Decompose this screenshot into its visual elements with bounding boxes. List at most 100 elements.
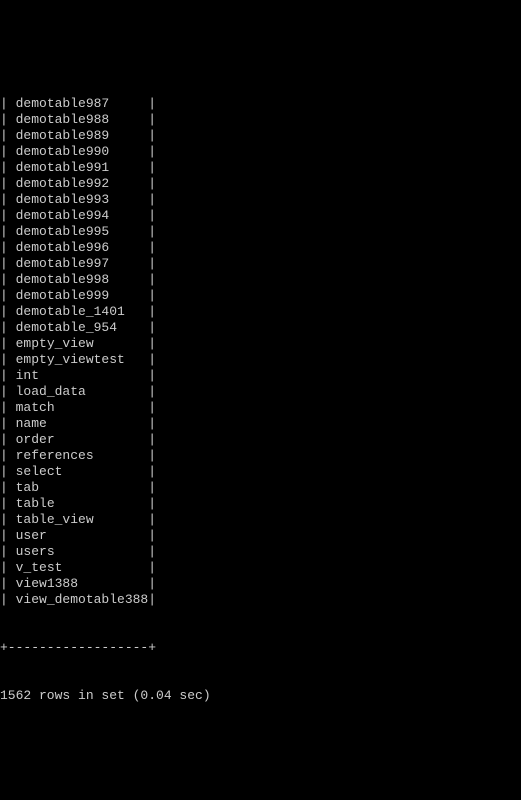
table-cell: demotable997 <box>16 256 149 272</box>
table-cell: demotable993 <box>16 192 149 208</box>
table-row: | demotable_1401 | <box>0 304 521 320</box>
pipe-right: | <box>148 448 156 463</box>
table-cell: order <box>16 432 149 448</box>
pipe-right: | <box>148 544 156 559</box>
table-row: | references | <box>0 448 521 464</box>
table-cell: user <box>16 528 149 544</box>
pipe-right: | <box>148 272 156 287</box>
table-row: | demotable996 | <box>0 240 521 256</box>
terminal-output: | demotable987 || demotable988 || demota… <box>0 64 521 720</box>
table-cell: int <box>16 368 149 384</box>
table-cell: users <box>16 544 149 560</box>
pipe-right: | <box>148 560 156 575</box>
pipe-left: | <box>0 96 16 111</box>
pipe-left: | <box>0 592 16 607</box>
pipe-left: | <box>0 160 16 175</box>
pipe-left: | <box>0 464 16 479</box>
pipe-right: | <box>148 128 156 143</box>
table-cell: demotable999 <box>16 288 149 304</box>
table-cell: load_data <box>16 384 149 400</box>
table-cell: demotable998 <box>16 272 149 288</box>
table-cell: match <box>16 400 149 416</box>
pipe-left: | <box>0 368 16 383</box>
table-cell: demotable994 <box>16 208 149 224</box>
pipe-left: | <box>0 224 16 239</box>
pipe-left: | <box>0 416 16 431</box>
pipe-left: | <box>0 432 16 447</box>
table-row: | demotable993 | <box>0 192 521 208</box>
table-row: | demotable991 | <box>0 160 521 176</box>
pipe-left: | <box>0 272 16 287</box>
pipe-right: | <box>148 352 156 367</box>
table-row: | v_test | <box>0 560 521 576</box>
table-row: | name | <box>0 416 521 432</box>
table-row: | empty_view | <box>0 336 521 352</box>
pipe-right: | <box>148 96 156 111</box>
pipe-left: | <box>0 192 16 207</box>
pipe-right: | <box>148 304 156 319</box>
table-row: | empty_viewtest | <box>0 352 521 368</box>
pipe-right: | <box>148 480 156 495</box>
table-cell: demotable991 <box>16 160 149 176</box>
pipe-right: | <box>148 400 156 415</box>
table-row: | table_view | <box>0 512 521 528</box>
table-row: | select | <box>0 464 521 480</box>
table-row: | demotable994 | <box>0 208 521 224</box>
pipe-right: | <box>148 576 156 591</box>
table-cell: table <box>16 496 149 512</box>
pipe-right: | <box>148 528 156 543</box>
pipe-left: | <box>0 240 16 255</box>
pipe-left: | <box>0 512 16 527</box>
pipe-left: | <box>0 560 16 575</box>
table-cell: demotable996 <box>16 240 149 256</box>
pipe-right: | <box>148 464 156 479</box>
table-row: | tab | <box>0 480 521 496</box>
table-cell: v_test <box>16 560 149 576</box>
table-cell: empty_view <box>16 336 149 352</box>
table-cell: name <box>16 416 149 432</box>
table-cell: demotable995 <box>16 224 149 240</box>
table-row: | view1388 | <box>0 576 521 592</box>
pipe-left: | <box>0 256 16 271</box>
pipe-left: | <box>0 384 16 399</box>
pipe-right: | <box>148 336 156 351</box>
table-row: | demotable988 | <box>0 112 521 128</box>
table-row: | demotable990 | <box>0 144 521 160</box>
pipe-left: | <box>0 480 16 495</box>
table-cell: select <box>16 464 149 480</box>
pipe-right: | <box>148 320 156 335</box>
pipe-right: | <box>148 512 156 527</box>
table-cell: demotable_954 <box>16 320 149 336</box>
result-rows: | demotable987 || demotable988 || demota… <box>0 96 521 608</box>
pipe-left: | <box>0 144 16 159</box>
table-row: | demotable998 | <box>0 272 521 288</box>
table-cell: references <box>16 448 149 464</box>
pipe-left: | <box>0 528 16 543</box>
pipe-left: | <box>0 128 16 143</box>
pipe-right: | <box>148 416 156 431</box>
table-cell: tab <box>16 480 149 496</box>
pipe-right: | <box>148 496 156 511</box>
table-row: | demotable997 | <box>0 256 521 272</box>
pipe-right: | <box>148 432 156 447</box>
pipe-right: | <box>148 384 156 399</box>
table-cell: demotable988 <box>16 112 149 128</box>
pipe-left: | <box>0 208 16 223</box>
pipe-left: | <box>0 496 16 511</box>
table-row: | demotable987 | <box>0 96 521 112</box>
pipe-left: | <box>0 336 16 351</box>
table-row: | load_data | <box>0 384 521 400</box>
table-row: | users | <box>0 544 521 560</box>
pipe-left: | <box>0 304 16 319</box>
pipe-right: | <box>148 240 156 255</box>
pipe-right: | <box>148 368 156 383</box>
table-row: | demotable999 | <box>0 288 521 304</box>
pipe-right: | <box>148 176 156 191</box>
pipe-left: | <box>0 400 16 415</box>
pipe-left: | <box>0 176 16 191</box>
table-row: | demotable992 | <box>0 176 521 192</box>
table-row: | table | <box>0 496 521 512</box>
pipe-left: | <box>0 112 16 127</box>
table-row: | match | <box>0 400 521 416</box>
table-cell: view1388 <box>16 576 149 592</box>
